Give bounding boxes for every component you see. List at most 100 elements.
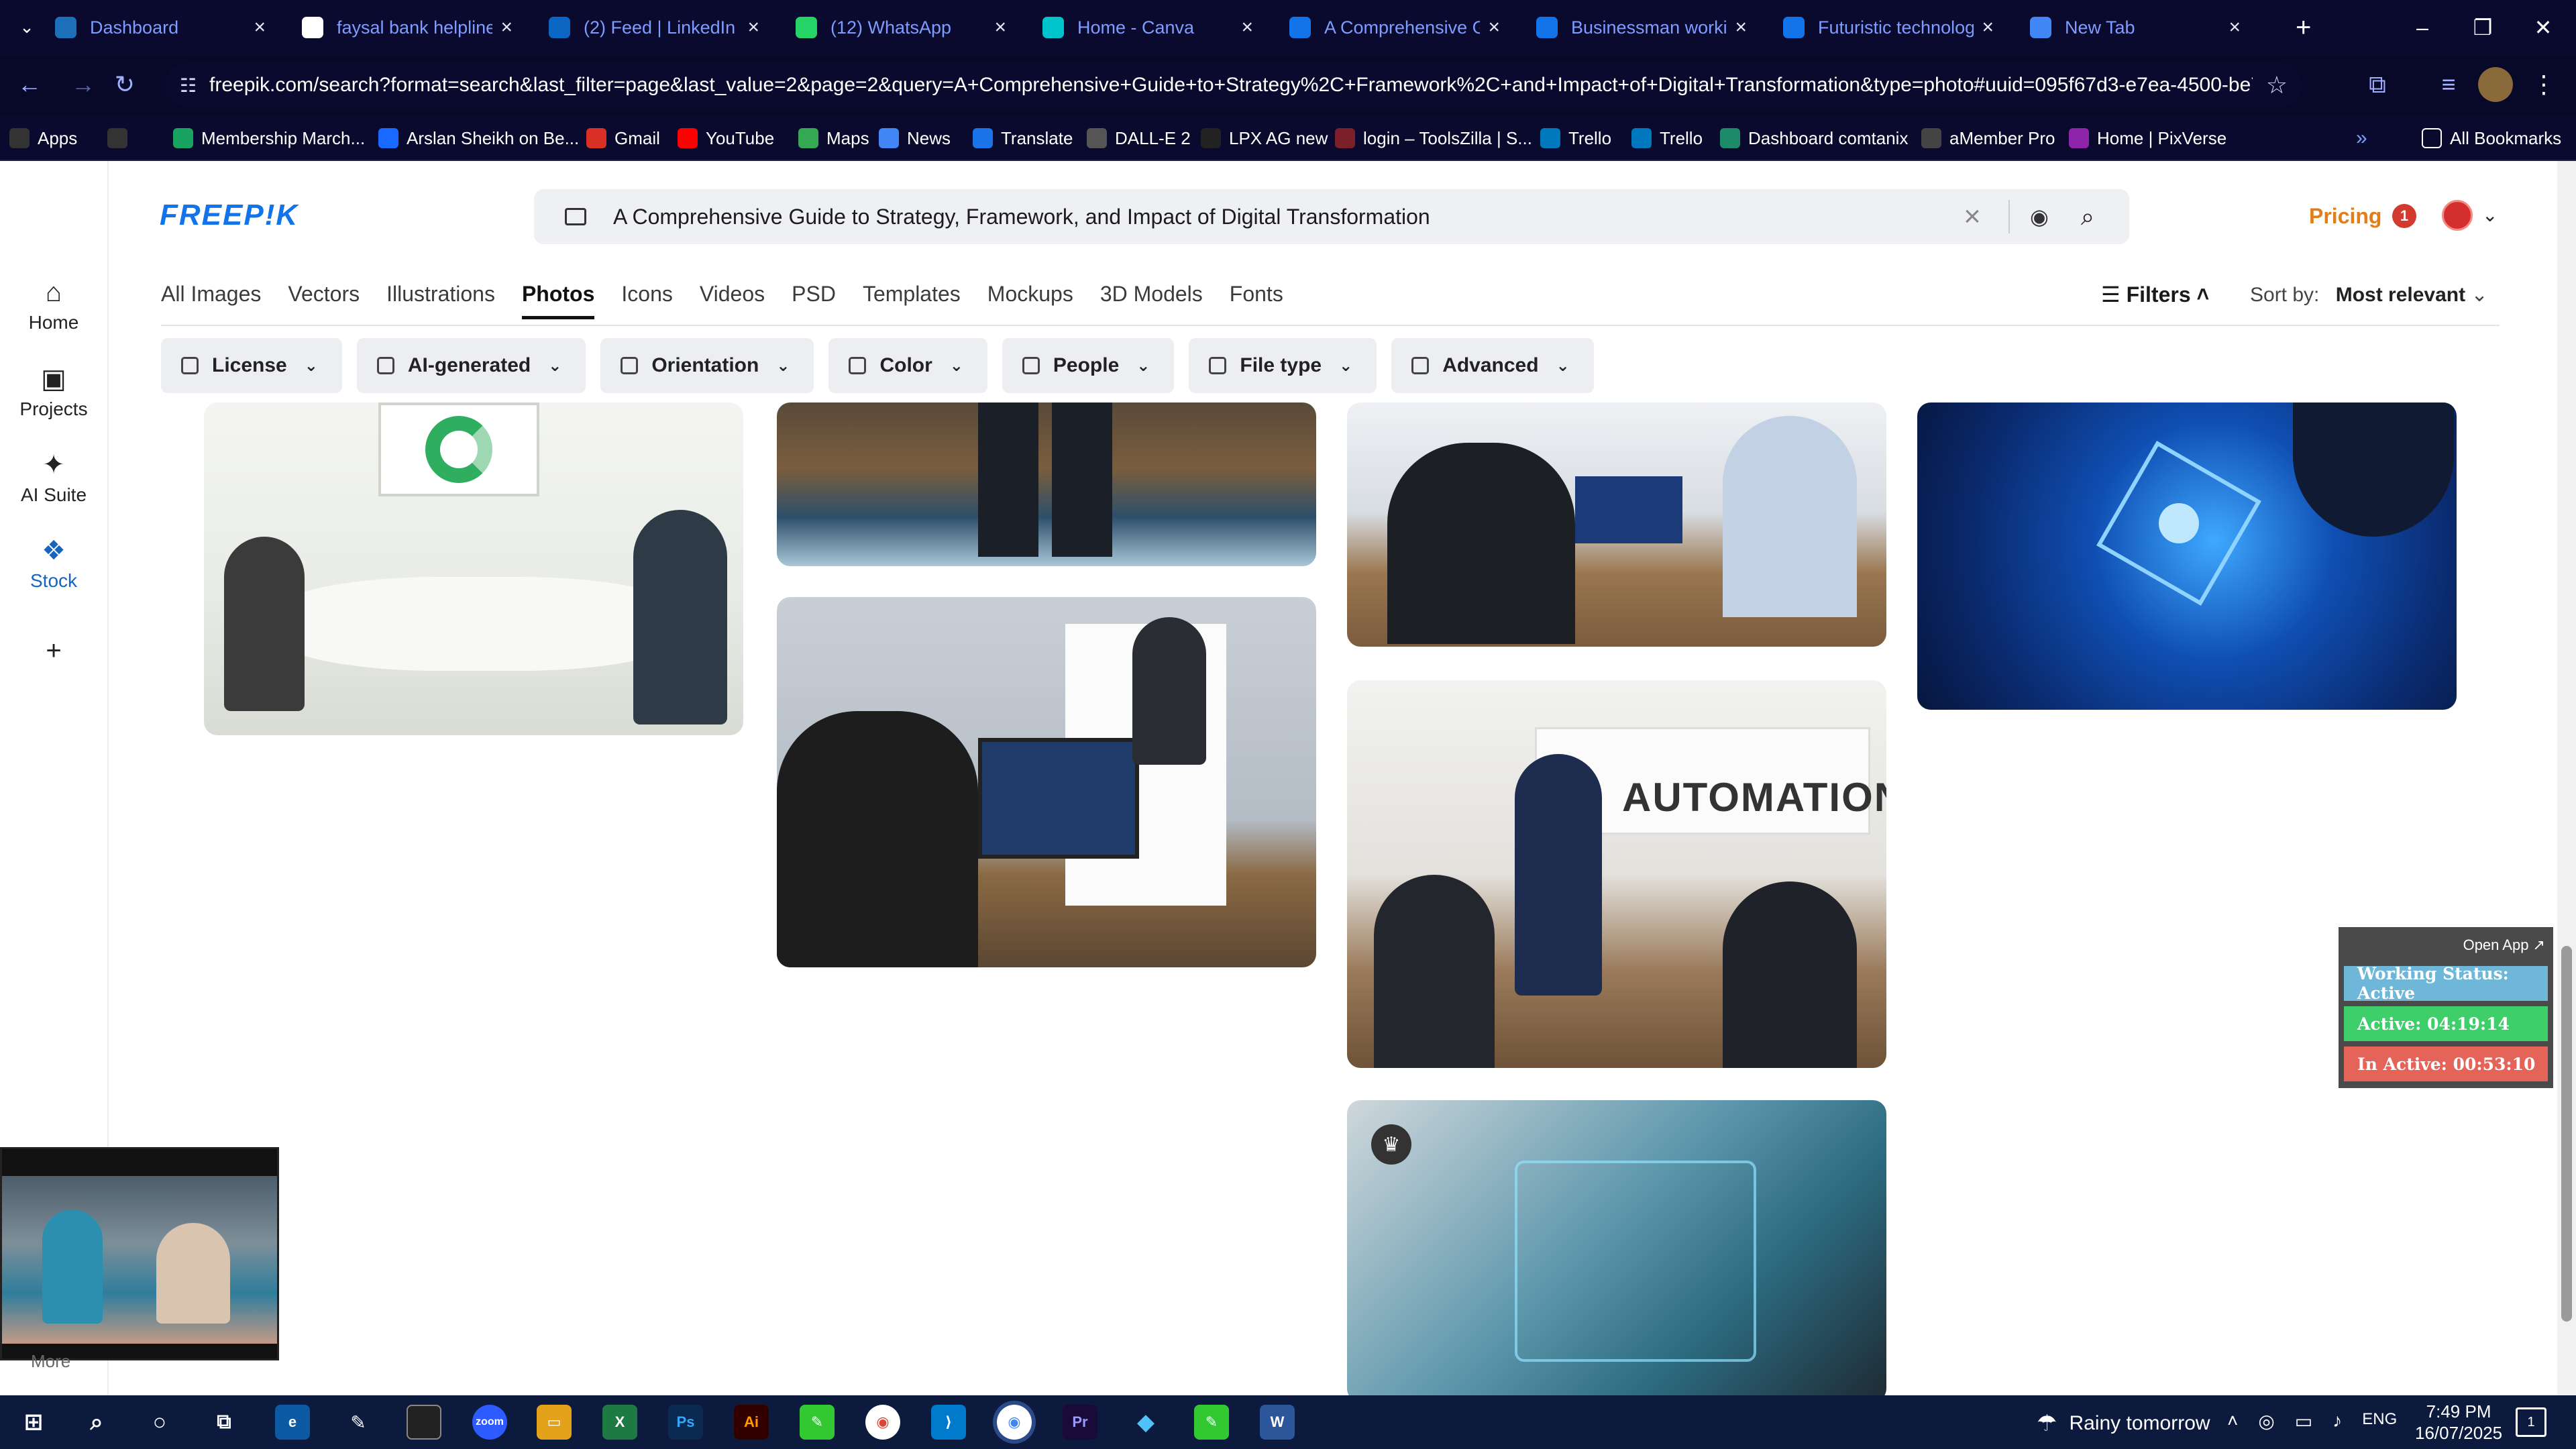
tab-search-chevron-icon[interactable]: ⌄ — [9, 9, 44, 44]
browser-tab[interactable]: Businessman workin × — [1521, 4, 1762, 51]
close-tab-icon[interactable]: × — [1735, 16, 1747, 39]
cortana-icon[interactable]: ○ — [142, 1405, 177, 1440]
filter-advanced[interactable]: Advanced ⌄ — [1391, 338, 1594, 393]
bookmark-item[interactable]: Translate — [973, 123, 1073, 153]
profile-avatar[interactable] — [2478, 67, 2513, 102]
filters-button[interactable]: ☰ Filters ˄ — [2101, 282, 2209, 307]
filter-orientation[interactable]: Orientation ⌄ — [600, 338, 814, 393]
chrome-active-icon[interactable]: ◉ — [997, 1405, 1032, 1440]
app-diamond-icon[interactable]: ◆ — [1128, 1405, 1163, 1440]
url-text[interactable]: freepik.com/search?format=search&last_fi… — [209, 74, 2253, 97]
terminal-icon[interactable] — [407, 1405, 441, 1440]
clock[interactable]: 7:49 PM 16/07/2025 — [2415, 1401, 2502, 1444]
sidebar-item-ai-suite[interactable]: ✦ AI Suite — [0, 449, 107, 506]
extension-icon[interactable]: ⧉ — [2360, 67, 2395, 102]
bookmark-item[interactable]: Trello — [1631, 123, 1703, 153]
notification-icon[interactable]: 1 — [2392, 204, 2416, 228]
illustrator-icon[interactable]: Ai — [734, 1405, 769, 1440]
bookmark-item[interactable]: Trello — [1540, 123, 1611, 153]
bookmark-item[interactable]: Membership March... — [173, 123, 365, 153]
weather-widget[interactable]: ☂ Rainy tomorrow — [2037, 1410, 2210, 1437]
tab-videos[interactable]: Videos — [700, 276, 765, 319]
bookmark-item[interactable]: Gmail — [586, 123, 660, 153]
file-explorer-icon[interactable]: ▭ — [537, 1405, 572, 1440]
search-icon[interactable]: ⌕ — [2073, 202, 2102, 231]
close-window-icon[interactable]: ✕ — [2513, 0, 2573, 55]
pen-icon[interactable]: ✎ — [341, 1405, 376, 1440]
tab-photos[interactable]: Photos — [521, 276, 595, 319]
filter-file-type[interactable]: File type ⌄ — [1189, 338, 1377, 393]
chrome-menu-icon[interactable]: ⋮ — [2526, 67, 2561, 102]
tab-fonts[interactable]: Fonts — [1230, 276, 1283, 319]
bookmark-item[interactable]: Apps — [9, 123, 77, 153]
excel-icon[interactable]: X — [602, 1405, 637, 1440]
sidebar-item-projects[interactable]: ▣ Projects — [0, 364, 107, 420]
filter-color[interactable]: Color ⌄ — [828, 338, 987, 393]
photoshop-icon[interactable]: Ps — [668, 1405, 703, 1440]
close-tab-icon[interactable]: × — [1982, 16, 1994, 39]
tab-templates[interactable]: Templates — [863, 276, 961, 319]
all-bookmarks[interactable]: All Bookmarks — [2422, 123, 2561, 153]
word-icon[interactable]: W — [1260, 1405, 1295, 1440]
site-info-icon[interactable]: ☷ — [180, 74, 209, 97]
meet-icon[interactable]: ◎ — [2258, 1410, 2274, 1432]
new-tab-button[interactable]: + — [2281, 4, 2321, 51]
photo-automation-meeting[interactable]: AUTOMATION — [1347, 680, 1886, 1068]
bookmark-item[interactable]: aMember Pro — [1921, 123, 2055, 153]
close-tab-icon[interactable]: × — [747, 16, 759, 39]
bookmark-item[interactable]: YouTube — [678, 123, 774, 153]
photo-team-laptops[interactable] — [1347, 402, 1886, 647]
photo-presentation-whiteboard[interactable] — [777, 597, 1316, 967]
bookmark-item[interactable]: Dashboard comtanix — [1720, 123, 1908, 153]
language-indicator[interactable]: ENG — [2362, 1410, 2397, 1432]
close-tab-icon[interactable]: × — [254, 16, 266, 39]
tab-all-images[interactable]: All Images — [161, 276, 261, 319]
chevron-up-icon[interactable]: ˄ — [2227, 1410, 2238, 1432]
reload-icon[interactable]: ↻ — [107, 67, 142, 102]
page-scrollbar[interactable] — [2557, 161, 2576, 1395]
tab-icons[interactable]: Icons — [621, 276, 672, 319]
edge-icon[interactable]: e — [275, 1405, 310, 1440]
sidebar-item-home[interactable]: ⌂ Home — [0, 278, 107, 333]
tab-mockups[interactable]: Mockups — [987, 276, 1073, 319]
bookmark-item[interactable] — [107, 123, 136, 153]
search-icon[interactable]: ⌕ — [79, 1405, 114, 1440]
forward-icon[interactable]: → — [66, 67, 101, 102]
pricing-link[interactable]: Pricing — [2309, 204, 2381, 229]
close-tab-icon[interactable]: × — [994, 16, 1006, 39]
task-view-icon[interactable]: ⧉ — [207, 1405, 241, 1440]
sidebar-item-add[interactable]: + — [0, 636, 107, 670]
bookmark-item[interactable]: Maps — [798, 123, 869, 153]
restore-icon[interactable]: ❐ — [2453, 0, 2513, 55]
filter-people[interactable]: People ⌄ — [1002, 338, 1175, 393]
minimize-icon[interactable]: – — [2392, 0, 2453, 55]
sidebar-item-stock[interactable]: ❖ Stock — [0, 535, 107, 592]
volume-icon[interactable]: ♪ — [2332, 1410, 2342, 1432]
photo-futuristic-network[interactable] — [1917, 402, 2457, 710]
browser-tab[interactable]: faysal bank helpline - × — [287, 4, 527, 51]
premiere-icon[interactable]: Pr — [1063, 1405, 1097, 1440]
photo-office-floor[interactable] — [777, 402, 1316, 566]
close-tab-icon[interactable]: × — [500, 16, 513, 39]
windows-start-icon[interactable]: ⊞ — [16, 1405, 51, 1440]
bookmark-item[interactable]: News — [879, 123, 951, 153]
close-tab-icon[interactable]: × — [2229, 16, 2241, 39]
app-green-icon[interactable]: ✎ — [800, 1405, 835, 1440]
address-bar[interactable]: ☷ freepik.com/search?format=search&last_… — [165, 63, 2302, 107]
clear-search-icon[interactable]: × — [1952, 200, 1992, 233]
browser-tab[interactable]: New Tab × — [2015, 4, 2255, 51]
browser-tab[interactable]: Home - Canva × — [1028, 4, 1268, 51]
camera-search-icon[interactable]: ◉ — [2026, 203, 2053, 230]
bookmark-item[interactable]: DALL-E 2 — [1087, 123, 1191, 153]
picture-in-picture-video[interactable] — [0, 1147, 279, 1360]
open-app-link[interactable]: Open App ↗ — [2344, 932, 2548, 961]
bookmark-item[interactable]: Arslan Sheikh on Be... — [378, 123, 579, 153]
vscode-icon[interactable]: ⟩ — [931, 1405, 966, 1440]
back-icon[interactable]: ← — [12, 67, 47, 102]
photo-digital-table-overhead[interactable]: ♛ — [1347, 1100, 1886, 1395]
tab-psd[interactable]: PSD — [792, 276, 836, 319]
tab-3d-models[interactable]: 3D Models — [1100, 276, 1203, 319]
browser-tab[interactable]: (12) WhatsApp × — [781, 4, 1021, 51]
app-green2-icon[interactable]: ✎ — [1194, 1405, 1229, 1440]
zoom-icon[interactable]: zoom — [472, 1405, 507, 1440]
